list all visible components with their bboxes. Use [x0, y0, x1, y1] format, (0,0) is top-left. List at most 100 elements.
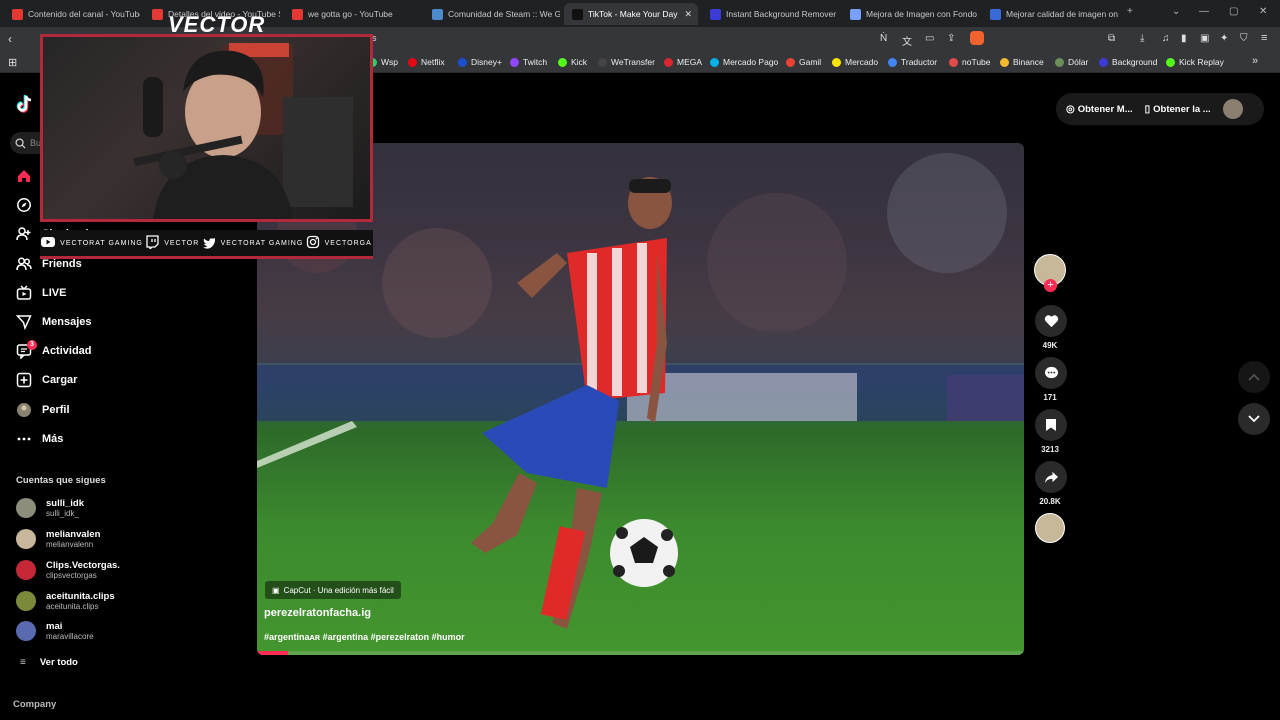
leo-ai-icon[interactable]: ✦ — [1220, 33, 1228, 44]
get-app-button[interactable]: ▯ Obtener la ... — [1145, 104, 1211, 115]
bookmark-favicon-icon — [408, 57, 417, 67]
sound-disc-avatar[interactable] — [1035, 513, 1065, 543]
sidebar-item-explore[interactable] — [16, 197, 42, 213]
see-all-button[interactable]: ≡ Ver todo — [20, 657, 78, 668]
follow-plus-icon[interactable]: + — [1044, 279, 1057, 292]
bookmark-item[interactable]: Traductor — [888, 57, 937, 67]
bookmark-item[interactable]: MEGA — [664, 57, 702, 67]
menu-icon[interactable]: ≡ — [1261, 32, 1267, 44]
bookmark-item[interactable]: Kick Replay — [1166, 57, 1224, 67]
save-button[interactable] — [1035, 409, 1067, 441]
comment-button[interactable] — [1035, 357, 1067, 389]
following-account[interactable]: Clips.Vectorgas. clipsvectorgas — [16, 560, 120, 580]
account-name: Clips.Vectorgas. — [46, 560, 120, 571]
tab-search-icon[interactable]: ⌄ — [1172, 6, 1180, 17]
account-name: mai — [46, 621, 63, 632]
sidebar-item-profile[interactable]: Perfil — [16, 402, 70, 418]
get-coins-button[interactable]: ◎ Obtener M... — [1066, 104, 1133, 115]
chevron-down-icon — [1248, 415, 1260, 423]
header-actions: ◎ Obtener M... ▯ Obtener la ... — [1056, 93, 1264, 125]
bookmark-item[interactable]: Background — [1099, 57, 1157, 67]
tiktok-logo-icon[interactable] — [14, 93, 36, 115]
following-account[interactable]: mai maravillacore — [16, 621, 94, 641]
chevron-up-icon — [1248, 373, 1260, 381]
brave-shield-icon[interactable] — [970, 31, 984, 45]
comment-count: 171 — [1043, 393, 1057, 402]
previous-video-button[interactable] — [1238, 361, 1270, 393]
browser-tab[interactable]: we gotta go - YouTube — [284, 3, 420, 25]
apps-grid-icon[interactable]: ⊞ — [8, 56, 17, 69]
bookmark-item[interactable]: Gamil — [786, 57, 821, 67]
browser-tab[interactable]: Contenido del canal - YouTube — [4, 3, 140, 25]
social-label: VECTORAT GAMING — [220, 239, 304, 247]
download-icon[interactable]: ⤓ — [1140, 33, 1144, 44]
account-text: sulli_idk sulli_idk_ — [46, 498, 84, 518]
social-handle: VECTOR — [145, 235, 199, 251]
bookmark-item[interactable]: Mercado Pago — [710, 57, 778, 67]
sidebar-toggle-icon[interactable]: ▮ — [1181, 33, 1187, 44]
avatar — [16, 591, 36, 611]
search-icon — [15, 137, 26, 149]
browser-tab[interactable]: Mejorar calidad de imagen on — [982, 3, 1118, 25]
bookmark-item[interactable]: Netflix — [408, 57, 445, 67]
live-icon — [16, 285, 32, 301]
following-account[interactable]: aceitunita.clips aceitunita.clips — [16, 591, 115, 611]
bookmark-item[interactable]: WeTransfer — [598, 57, 655, 67]
new-tab-icon[interactable]: + — [1127, 6, 1133, 17]
company-link[interactable]: Company — [13, 699, 56, 710]
capcut-badge[interactable]: ▣ CapCut · Una edición más fácil — [265, 581, 401, 599]
bookmark-item[interactable]: Binance — [1000, 57, 1044, 67]
heart-icon — [1044, 315, 1058, 328]
back-icon[interactable]: ‹ — [8, 32, 12, 46]
tab-title: Contenido del canal - YouTube — [28, 9, 140, 19]
following-account[interactable]: sulli_idk sulli_idk_ — [16, 498, 84, 518]
user-avatar[interactable] — [1222, 99, 1243, 119]
minimize-icon[interactable]: — — [1199, 6, 1209, 17]
bookmark-label: Binance — [1013, 57, 1044, 67]
browser-tab[interactable]: Instant Background Remover — [702, 3, 838, 25]
more-bookmarks-icon[interactable]: » — [1252, 55, 1258, 67]
video-progress-track[interactable] — [257, 651, 1024, 655]
screenshot-icon[interactable]: ⧉ — [1108, 33, 1115, 44]
translate-icon[interactable]: Ṅ — [880, 33, 887, 44]
bookmark-label: Background — [1112, 57, 1158, 67]
bookmark-favicon-icon — [786, 57, 795, 67]
window-close-icon[interactable]: ✕ — [1259, 6, 1267, 17]
like-button[interactable] — [1035, 305, 1067, 337]
restore-icon[interactable]: ▢ — [1229, 6, 1238, 17]
sidebar-item-upload[interactable]: Cargar — [16, 372, 77, 388]
bookmark-favicon-icon — [1000, 57, 1009, 67]
following-account[interactable]: melianvalen melianvalenn — [16, 529, 100, 549]
bookmark-label: Wsp — [381, 57, 398, 67]
video-author[interactable]: perezelratonfacha.ig — [264, 607, 371, 619]
browser-tab[interactable]: TikTok - Make Your Day ✕ — [564, 3, 698, 25]
bookmark-item[interactable]: Mercado — [832, 57, 878, 67]
sidebar-item-live[interactable]: LIVE — [16, 285, 66, 301]
bookmark-item[interactable]: noTube — [949, 57, 991, 67]
vpn-shield-icon[interactable]: ⛉ — [1240, 33, 1248, 44]
sidebar-item-activity[interactable]: 3 Actividad — [16, 340, 92, 359]
bookmark-favicon-icon — [598, 57, 607, 67]
bookmark-item[interactable]: Disney+ — [458, 57, 502, 67]
share-icon[interactable]: ⇪ — [947, 33, 955, 44]
sidebar-item-more[interactable]: Más — [16, 431, 63, 447]
share-button[interactable] — [1035, 461, 1067, 493]
bookmark-item[interactable]: Kick — [558, 57, 587, 67]
language-icon[interactable]: 文 — [902, 33, 912, 48]
bookmark-label: Netflix — [421, 57, 445, 67]
tab-close-icon[interactable]: ✕ — [684, 9, 692, 20]
browser-tab[interactable]: Mejora de Imagen con Fondo — [842, 3, 978, 25]
browser-tab[interactable]: Comunidad de Steam :: We G — [424, 3, 560, 25]
get-coins-label: Obtener M... — [1077, 103, 1133, 115]
social-label: VECTORAT GAMING — [60, 239, 143, 247]
social-handle: VECTORGA — [306, 235, 372, 251]
bookmark-item[interactable]: Dólar — [1055, 57, 1088, 67]
wallet-icon[interactable]: ▣ — [1200, 33, 1209, 44]
cast-icon[interactable]: ▭ — [925, 33, 934, 44]
next-video-button[interactable] — [1238, 403, 1270, 435]
sidebar-item-messages[interactable]: Mensajes — [16, 314, 92, 330]
music-icon[interactable]: ♫ — [1162, 33, 1170, 44]
sidebar-item-home[interactable] — [16, 168, 42, 184]
bookmark-item[interactable]: Twitch — [510, 57, 547, 67]
video-hashtags[interactable]: #argentinaᴀʀ #argentina #perezelraton #h… — [264, 632, 465, 642]
